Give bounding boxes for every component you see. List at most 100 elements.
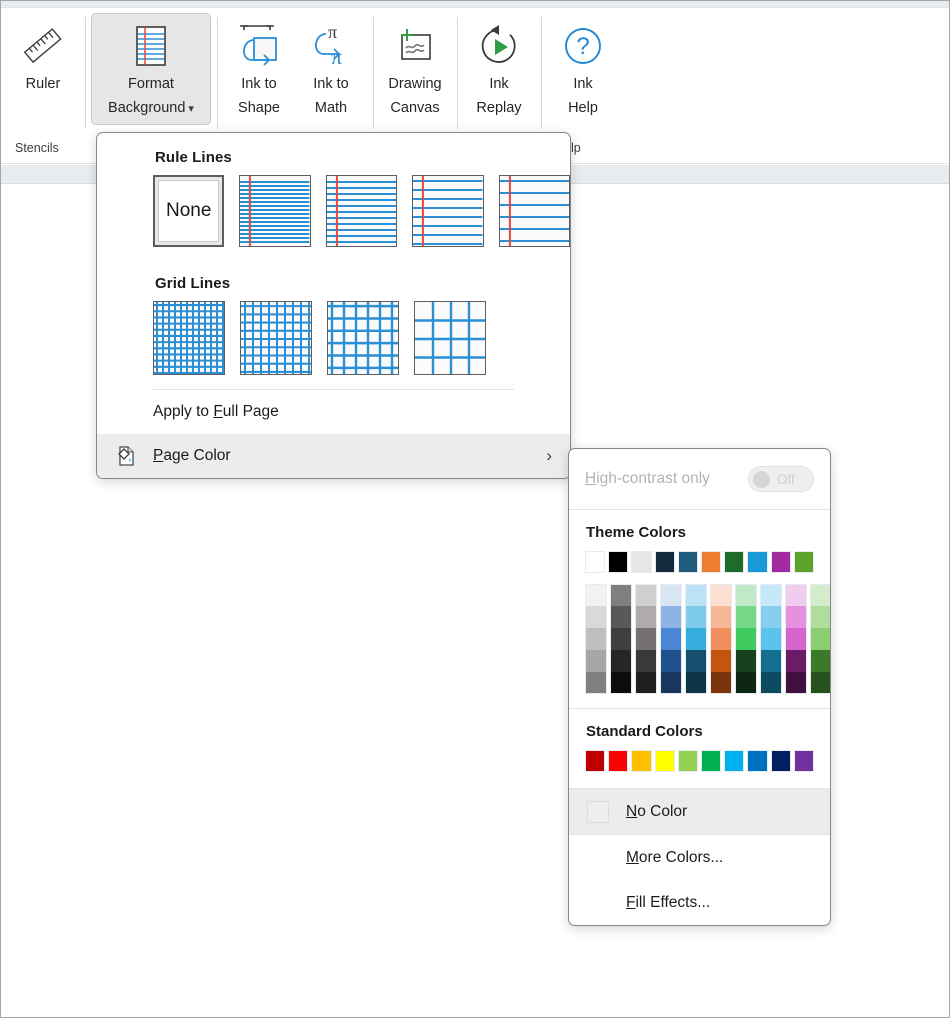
theme-color-5[interactable] (701, 551, 722, 573)
theme-shade-5-4[interactable] (710, 672, 732, 694)
theme-shade-9-3[interactable] (810, 650, 830, 672)
standard-color-0[interactable] (585, 750, 606, 772)
theme-shade-8-1[interactable] (785, 606, 807, 628)
theme-shade-2-0[interactable] (635, 584, 657, 606)
ink-to-math-button[interactable]: π π Ink to Math (295, 13, 367, 125)
theme-shade-9-1[interactable] (810, 606, 830, 628)
theme-shade-6-1[interactable] (735, 606, 757, 628)
ink-to-shape-button[interactable]: Ink to Shape (223, 13, 295, 125)
theme-color-4[interactable] (677, 551, 699, 573)
rule-line-option-standard-ruled[interactable] (412, 175, 484, 247)
theme-color-7[interactable] (747, 551, 768, 573)
theme-shade-8-2[interactable] (785, 628, 807, 650)
theme-shade-0-2[interactable] (585, 628, 607, 650)
standard-color-7[interactable] (747, 750, 768, 772)
theme-shade-0-4[interactable] (585, 672, 607, 694)
grid-line-option-large-grid[interactable] (327, 301, 399, 375)
menu-item-fill-effects[interactable]: Fill Effects... (569, 880, 830, 925)
theme-shade-0-0[interactable] (585, 584, 607, 606)
theme-shade-1-4[interactable] (610, 672, 632, 694)
theme-shade-0-1[interactable] (585, 606, 607, 628)
theme-shade-3-2[interactable] (660, 628, 682, 650)
theme-shade-6-4[interactable] (735, 672, 757, 694)
theme-color-8[interactable] (770, 551, 791, 573)
high-contrast-toggle[interactable]: Off (748, 466, 814, 492)
theme-shade-2-2[interactable] (635, 628, 657, 650)
standard-color-9[interactable] (793, 750, 815, 772)
theme-shade-1-2[interactable] (610, 628, 632, 650)
theme-shade-2-1[interactable] (635, 606, 657, 628)
theme-shade-8-0[interactable] (785, 584, 807, 606)
standard-color-2[interactable] (631, 750, 652, 772)
theme-shade-3-3[interactable] (660, 650, 682, 672)
theme-colors-section: Theme Colors (569, 510, 830, 709)
theme-shade-8-4[interactable] (785, 672, 807, 694)
theme-color-0[interactable] (585, 551, 606, 573)
rule-line-option-none[interactable]: None (153, 175, 225, 247)
theme-shade-9-0[interactable] (810, 584, 830, 606)
theme-color-2[interactable] (631, 551, 652, 573)
theme-color-6[interactable] (724, 551, 745, 573)
theme-shade-7-3[interactable] (760, 650, 782, 672)
standard-color-8[interactable] (770, 750, 791, 772)
rule-line-option-narrow-ruled[interactable] (239, 175, 311, 247)
ink-replay-label-line2: Replay (476, 99, 522, 116)
ink-replay-button[interactable]: Ink Replay (463, 13, 535, 125)
page-color-submenu: High-contrast only Off Theme Colors Stan… (568, 448, 831, 926)
theme-shade-5-0[interactable] (710, 584, 732, 606)
grid-line-option-small-grid[interactable] (153, 301, 225, 375)
high-contrast-row[interactable]: High-contrast only Off (569, 449, 830, 510)
drawing-canvas-label-line2: Canvas (390, 99, 440, 116)
menu-item-more-colors[interactable]: More Colors... (569, 835, 830, 880)
theme-shade-7-4[interactable] (760, 672, 782, 694)
theme-shade-6-3[interactable] (735, 650, 757, 672)
format-background-button[interactable]: Format Background ▾ (91, 13, 211, 125)
theme-shade-6-0[interactable] (735, 584, 757, 606)
rule-line-option-wide-ruled[interactable] (498, 175, 570, 247)
theme-shade-9-2[interactable] (810, 628, 830, 650)
standard-color-6[interactable] (724, 750, 745, 772)
ink-help-label-line1: Ink (573, 76, 593, 92)
theme-shade-rows (585, 584, 830, 694)
theme-shade-3-4[interactable] (660, 672, 682, 694)
theme-shade-1-1[interactable] (610, 606, 632, 628)
theme-shade-5-2[interactable] (710, 628, 732, 650)
theme-shade-7-0[interactable] (760, 584, 782, 606)
menu-item-no-color[interactable]: No Color (569, 789, 830, 835)
theme-shade-1-0[interactable] (610, 584, 632, 606)
theme-color-9[interactable] (793, 551, 815, 573)
theme-shade-5-3[interactable] (710, 650, 732, 672)
standard-color-4[interactable] (677, 750, 699, 772)
theme-shade-4-2[interactable] (685, 628, 707, 650)
theme-shade-7-2[interactable] (760, 628, 782, 650)
theme-shade-4-3[interactable] (685, 650, 707, 672)
theme-shade-3-1[interactable] (660, 606, 682, 628)
theme-shade-7-1[interactable] (760, 606, 782, 628)
theme-shade-4-1[interactable] (685, 606, 707, 628)
menu-item-apply-to-full-page[interactable]: Apply to Full Page (97, 390, 570, 434)
theme-shade-8-3[interactable] (785, 650, 807, 672)
rule-line-option-college-ruled[interactable] (325, 175, 398, 247)
theme-shade-5-1[interactable] (710, 606, 732, 628)
grid-line-option-very-large-grid[interactable] (414, 301, 486, 375)
drawing-canvas-button[interactable]: Drawing Canvas (379, 13, 451, 125)
ink-help-button[interactable]: ? Ink Help (547, 13, 619, 125)
theme-shade-9-4[interactable] (810, 672, 830, 694)
theme-color-1[interactable] (608, 551, 629, 573)
theme-shade-1-3[interactable] (610, 650, 632, 672)
theme-shade-6-2[interactable] (735, 628, 757, 650)
theme-shade-3-0[interactable] (660, 584, 682, 606)
ruler-button[interactable]: Ruler (7, 13, 79, 121)
menu-item-page-color[interactable]: Page Color › (97, 434, 570, 478)
theme-shade-2-4[interactable] (635, 672, 657, 694)
standard-color-5[interactable] (701, 750, 722, 772)
theme-color-3[interactable] (654, 551, 675, 573)
grid-line-option-medium-grid[interactable] (240, 301, 312, 375)
theme-shade-4-0[interactable] (685, 584, 707, 606)
theme-shade-2-3[interactable] (635, 650, 657, 672)
theme-shade-4-4[interactable] (685, 672, 707, 694)
standard-color-1[interactable] (608, 750, 629, 772)
standard-color-3[interactable] (654, 750, 675, 772)
ribbon-group-stencils: Ruler Stencils (1, 9, 85, 163)
theme-shade-0-3[interactable] (585, 650, 607, 672)
